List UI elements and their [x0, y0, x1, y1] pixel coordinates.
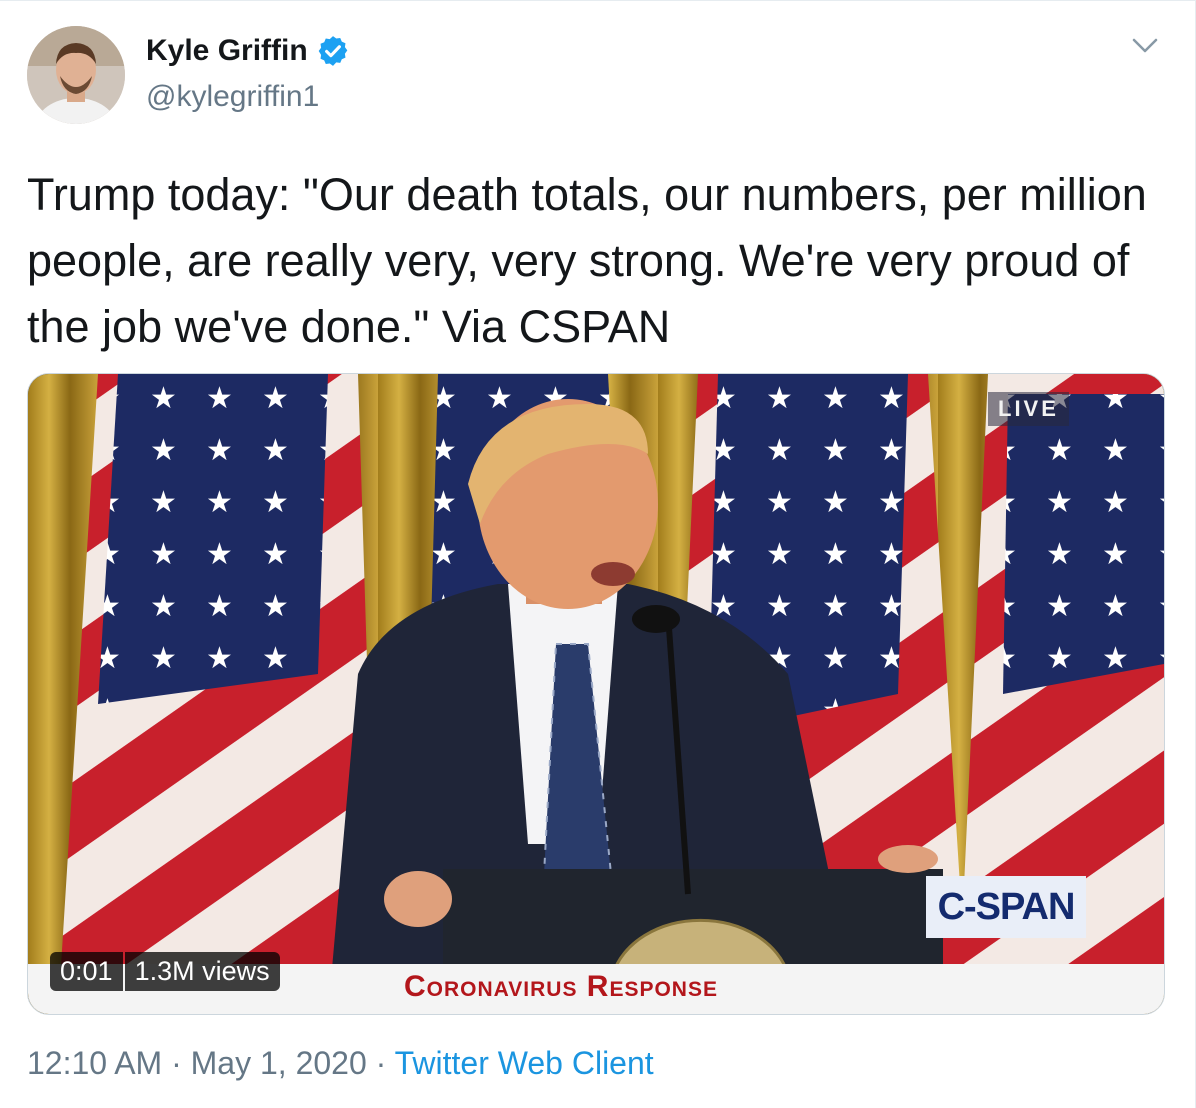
banner-text: Coronavirus Response [404, 970, 718, 1003]
meta-separator: · [366, 1045, 395, 1081]
tweet-meta: 12:10 AM · May 1, 2020 · Twitter Web Cli… [27, 1045, 654, 1082]
meta-separator: · [162, 1045, 191, 1081]
verified-badge-icon [318, 36, 348, 66]
video-badges: 0:01 1.3M views [50, 952, 280, 991]
user-handle[interactable]: @kylegriffin1 [146, 80, 319, 114]
avatar[interactable] [27, 26, 125, 124]
display-name[interactable]: Kyle Griffin [146, 34, 308, 68]
avatar-image [27, 26, 125, 124]
tweet-text: Trump today: "Our death totals, our numb… [27, 169, 1147, 352]
top-border [0, 0, 1196, 7]
cspan-logo: C-SPAN [926, 876, 1086, 938]
video-time: 0:01 [50, 952, 123, 991]
chevron-down-icon[interactable] [1130, 34, 1160, 58]
flag-left [58, 374, 378, 1014]
video-player[interactable]: ★ [27, 373, 1165, 1015]
video-views: 1.3M views [124, 952, 280, 991]
tweet-client-link[interactable]: Twitter Web Client [395, 1045, 654, 1081]
tweet-date[interactable]: May 1, 2020 [191, 1045, 367, 1081]
name-row[interactable]: Kyle Griffin [146, 34, 350, 68]
live-label: LIVE [988, 392, 1069, 426]
tweet-time[interactable]: 12:10 AM [27, 1045, 162, 1081]
tweet-card: Kyle Griffin @kylegriffin1 Trump today: … [0, 0, 1196, 1108]
